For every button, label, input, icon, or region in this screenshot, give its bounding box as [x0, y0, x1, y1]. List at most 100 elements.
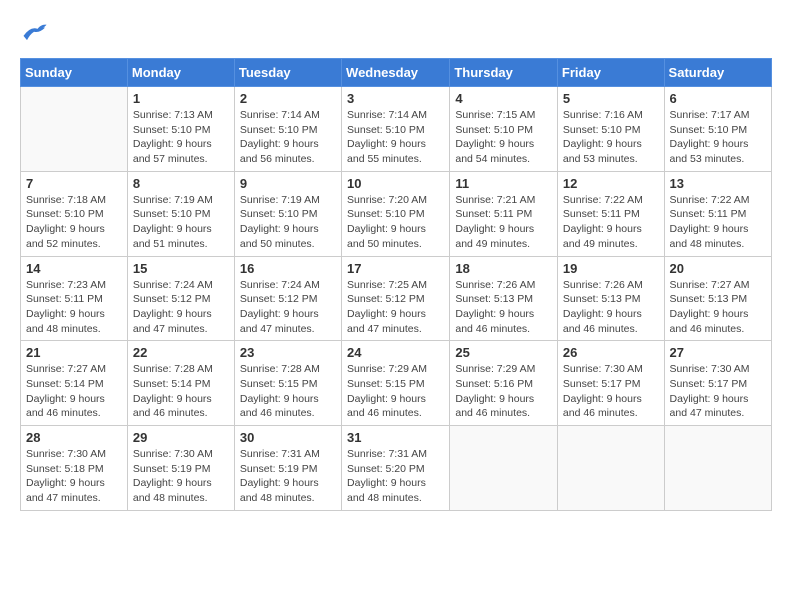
day-number: 30 [240, 430, 336, 445]
day-info: Sunrise: 7:28 AMSunset: 5:15 PMDaylight:… [240, 362, 336, 421]
calendar-cell: 28 Sunrise: 7:30 AMSunset: 5:18 PMDayligh… [21, 426, 128, 511]
day-info: Sunrise: 7:19 AMSunset: 5:10 PMDaylight:… [133, 193, 229, 252]
day-number: 27 [670, 345, 766, 360]
day-number: 28 [26, 430, 122, 445]
calendar-cell: 7 Sunrise: 7:18 AMSunset: 5:10 PMDaylight… [21, 171, 128, 256]
calendar-cell: 27 Sunrise: 7:30 AMSunset: 5:17 PMDayligh… [664, 341, 771, 426]
calendar-cell: 19 Sunrise: 7:26 AMSunset: 5:13 PMDayligh… [557, 256, 664, 341]
calendar-cell: 29 Sunrise: 7:30 AMSunset: 5:19 PMDayligh… [127, 426, 234, 511]
day-header-tuesday: Tuesday [234, 59, 341, 87]
calendar-cell: 3Sunrise: 7:14 AMSunset: 5:10 PMDaylight… [342, 87, 450, 172]
day-info: Sunrise: 7:24 AMSunset: 5:12 PMDaylight:… [240, 278, 336, 337]
day-info: Sunrise: 7:17 AMSunset: 5:10 PMDaylight:… [670, 108, 766, 167]
logo [20, 20, 52, 42]
day-info: Sunrise: 7:13 AMSunset: 5:10 PMDaylight:… [133, 108, 229, 167]
calendar-cell: 26 Sunrise: 7:30 AMSunset: 5:17 PMDayligh… [557, 341, 664, 426]
day-number: 2 [240, 91, 336, 106]
day-number: 18 [455, 261, 552, 276]
day-number: 9 [240, 176, 336, 191]
day-info: Sunrise: 7:29 AMSunset: 5:15 PMDaylight:… [347, 362, 444, 421]
calendar-cell: 5 Sunrise: 7:16 AMSunset: 5:10 PMDaylight… [557, 87, 664, 172]
day-info: Sunrise: 7:30 AMSunset: 5:17 PMDaylight:… [670, 362, 766, 421]
day-info: Sunrise: 7:22 AMSunset: 5:11 PMDaylight:… [563, 193, 659, 252]
week-row-2: 7 Sunrise: 7:18 AMSunset: 5:10 PMDaylight… [21, 171, 772, 256]
day-info: Sunrise: 7:26 AMSunset: 5:13 PMDaylight:… [563, 278, 659, 337]
day-number: 24 [347, 345, 444, 360]
week-row-3: 14Sunrise: 7:23 AMSunset: 5:11 PMDayligh… [21, 256, 772, 341]
day-info: Sunrise: 7:30 AMSunset: 5:19 PMDaylight:… [133, 447, 229, 506]
calendar-cell: 1 Sunrise: 7:13 AMSunset: 5:10 PMDaylight… [127, 87, 234, 172]
day-number: 10 [347, 176, 444, 191]
day-number: 12 [563, 176, 659, 191]
calendar-cell [557, 426, 664, 511]
day-number: 13 [670, 176, 766, 191]
calendar-cell: 24 Sunrise: 7:29 AMSunset: 5:15 PMDayligh… [342, 341, 450, 426]
day-header-wednesday: Wednesday [342, 59, 450, 87]
day-info: Sunrise: 7:27 AMSunset: 5:13 PMDaylight:… [670, 278, 766, 337]
calendar-cell: 21 Sunrise: 7:27 AMSunset: 5:14 PMDayligh… [21, 341, 128, 426]
day-number: 19 [563, 261, 659, 276]
day-number: 16 [240, 261, 336, 276]
day-number: 22 [133, 345, 229, 360]
day-info: Sunrise: 7:29 AMSunset: 5:16 PMDaylight:… [455, 362, 552, 421]
day-info: Sunrise: 7:28 AMSunset: 5:14 PMDaylight:… [133, 362, 229, 421]
week-row-5: 28 Sunrise: 7:30 AMSunset: 5:18 PMDayligh… [21, 426, 772, 511]
day-info: Sunrise: 7:27 AMSunset: 5:14 PMDaylight:… [26, 362, 122, 421]
day-number: 3 [347, 91, 444, 106]
calendar-cell: 15 Sunrise: 7:24 AMSunset: 5:12 PMDayligh… [127, 256, 234, 341]
calendar-cell: 9 Sunrise: 7:19 AMSunset: 5:10 PMDaylight… [234, 171, 341, 256]
day-number: 20 [670, 261, 766, 276]
day-number: 7 [26, 176, 122, 191]
day-number: 26 [563, 345, 659, 360]
calendar-cell: 10 Sunrise: 7:20 AMSunset: 5:10 PMDayligh… [342, 171, 450, 256]
calendar-cell [450, 426, 558, 511]
calendar-cell: 2Sunrise: 7:14 AMSunset: 5:10 PMDaylight… [234, 87, 341, 172]
calendar-cell [664, 426, 771, 511]
day-info: Sunrise: 7:15 AMSunset: 5:10 PMDaylight:… [455, 108, 552, 167]
day-info: Sunrise: 7:30 AMSunset: 5:18 PMDaylight:… [26, 447, 122, 506]
day-info: Sunrise: 7:16 AMSunset: 5:10 PMDaylight:… [563, 108, 659, 167]
logo-bird-icon [20, 20, 48, 42]
day-header-sunday: Sunday [21, 59, 128, 87]
day-number: 29 [133, 430, 229, 445]
day-info: Sunrise: 7:21 AMSunset: 5:11 PMDaylight:… [455, 193, 552, 252]
day-number: 15 [133, 261, 229, 276]
day-info: Sunrise: 7:26 AMSunset: 5:13 PMDaylight:… [455, 278, 552, 337]
day-info: Sunrise: 7:25 AMSunset: 5:12 PMDaylight:… [347, 278, 444, 337]
calendar-cell: 6 Sunrise: 7:17 AMSunset: 5:10 PMDaylight… [664, 87, 771, 172]
calendar-cell: 20 Sunrise: 7:27 AMSunset: 5:13 PMDayligh… [664, 256, 771, 341]
calendar-cell: 13Sunrise: 7:22 AMSunset: 5:11 PMDayligh… [664, 171, 771, 256]
day-info: Sunrise: 7:20 AMSunset: 5:10 PMDaylight:… [347, 193, 444, 252]
day-info: Sunrise: 7:30 AMSunset: 5:17 PMDaylight:… [563, 362, 659, 421]
calendar-header-row: SundayMondayTuesdayWednesdayThursdayFrid… [21, 59, 772, 87]
day-number: 1 [133, 91, 229, 106]
day-info: Sunrise: 7:24 AMSunset: 5:12 PMDaylight:… [133, 278, 229, 337]
day-info: Sunrise: 7:18 AMSunset: 5:10 PMDaylight:… [26, 193, 122, 252]
day-number: 23 [240, 345, 336, 360]
day-number: 21 [26, 345, 122, 360]
calendar-cell: 23 Sunrise: 7:28 AMSunset: 5:15 PMDayligh… [234, 341, 341, 426]
calendar-cell: 8 Sunrise: 7:19 AMSunset: 5:10 PMDaylight… [127, 171, 234, 256]
calendar-cell: 31 Sunrise: 7:31 AMSunset: 5:20 PMDayligh… [342, 426, 450, 511]
calendar-cell: 25 Sunrise: 7:29 AMSunset: 5:16 PMDayligh… [450, 341, 558, 426]
day-info: Sunrise: 7:31 AMSunset: 5:19 PMDaylight:… [240, 447, 336, 506]
day-number: 5 [563, 91, 659, 106]
day-number: 6 [670, 91, 766, 106]
day-number: 11 [455, 176, 552, 191]
day-header-monday: Monday [127, 59, 234, 87]
calendar-cell: 16 Sunrise: 7:24 AMSunset: 5:12 PMDayligh… [234, 256, 341, 341]
calendar-cell: 12 Sunrise: 7:22 AMSunset: 5:11 PMDayligh… [557, 171, 664, 256]
day-info: Sunrise: 7:23 AMSunset: 5:11 PMDaylight:… [26, 278, 122, 337]
week-row-4: 21 Sunrise: 7:27 AMSunset: 5:14 PMDayligh… [21, 341, 772, 426]
calendar-cell: 11 Sunrise: 7:21 AMSunset: 5:11 PMDayligh… [450, 171, 558, 256]
calendar-cell: 14Sunrise: 7:23 AMSunset: 5:11 PMDayligh… [21, 256, 128, 341]
day-number: 31 [347, 430, 444, 445]
day-number: 8 [133, 176, 229, 191]
calendar-cell: 4Sunrise: 7:15 AMSunset: 5:10 PMDaylight… [450, 87, 558, 172]
day-info: Sunrise: 7:31 AMSunset: 5:20 PMDaylight:… [347, 447, 444, 506]
calendar-table: SundayMondayTuesdayWednesdayThursdayFrid… [20, 58, 772, 511]
day-info: Sunrise: 7:19 AMSunset: 5:10 PMDaylight:… [240, 193, 336, 252]
day-header-saturday: Saturday [664, 59, 771, 87]
day-number: 25 [455, 345, 552, 360]
week-row-1: 1 Sunrise: 7:13 AMSunset: 5:10 PMDaylight… [21, 87, 772, 172]
